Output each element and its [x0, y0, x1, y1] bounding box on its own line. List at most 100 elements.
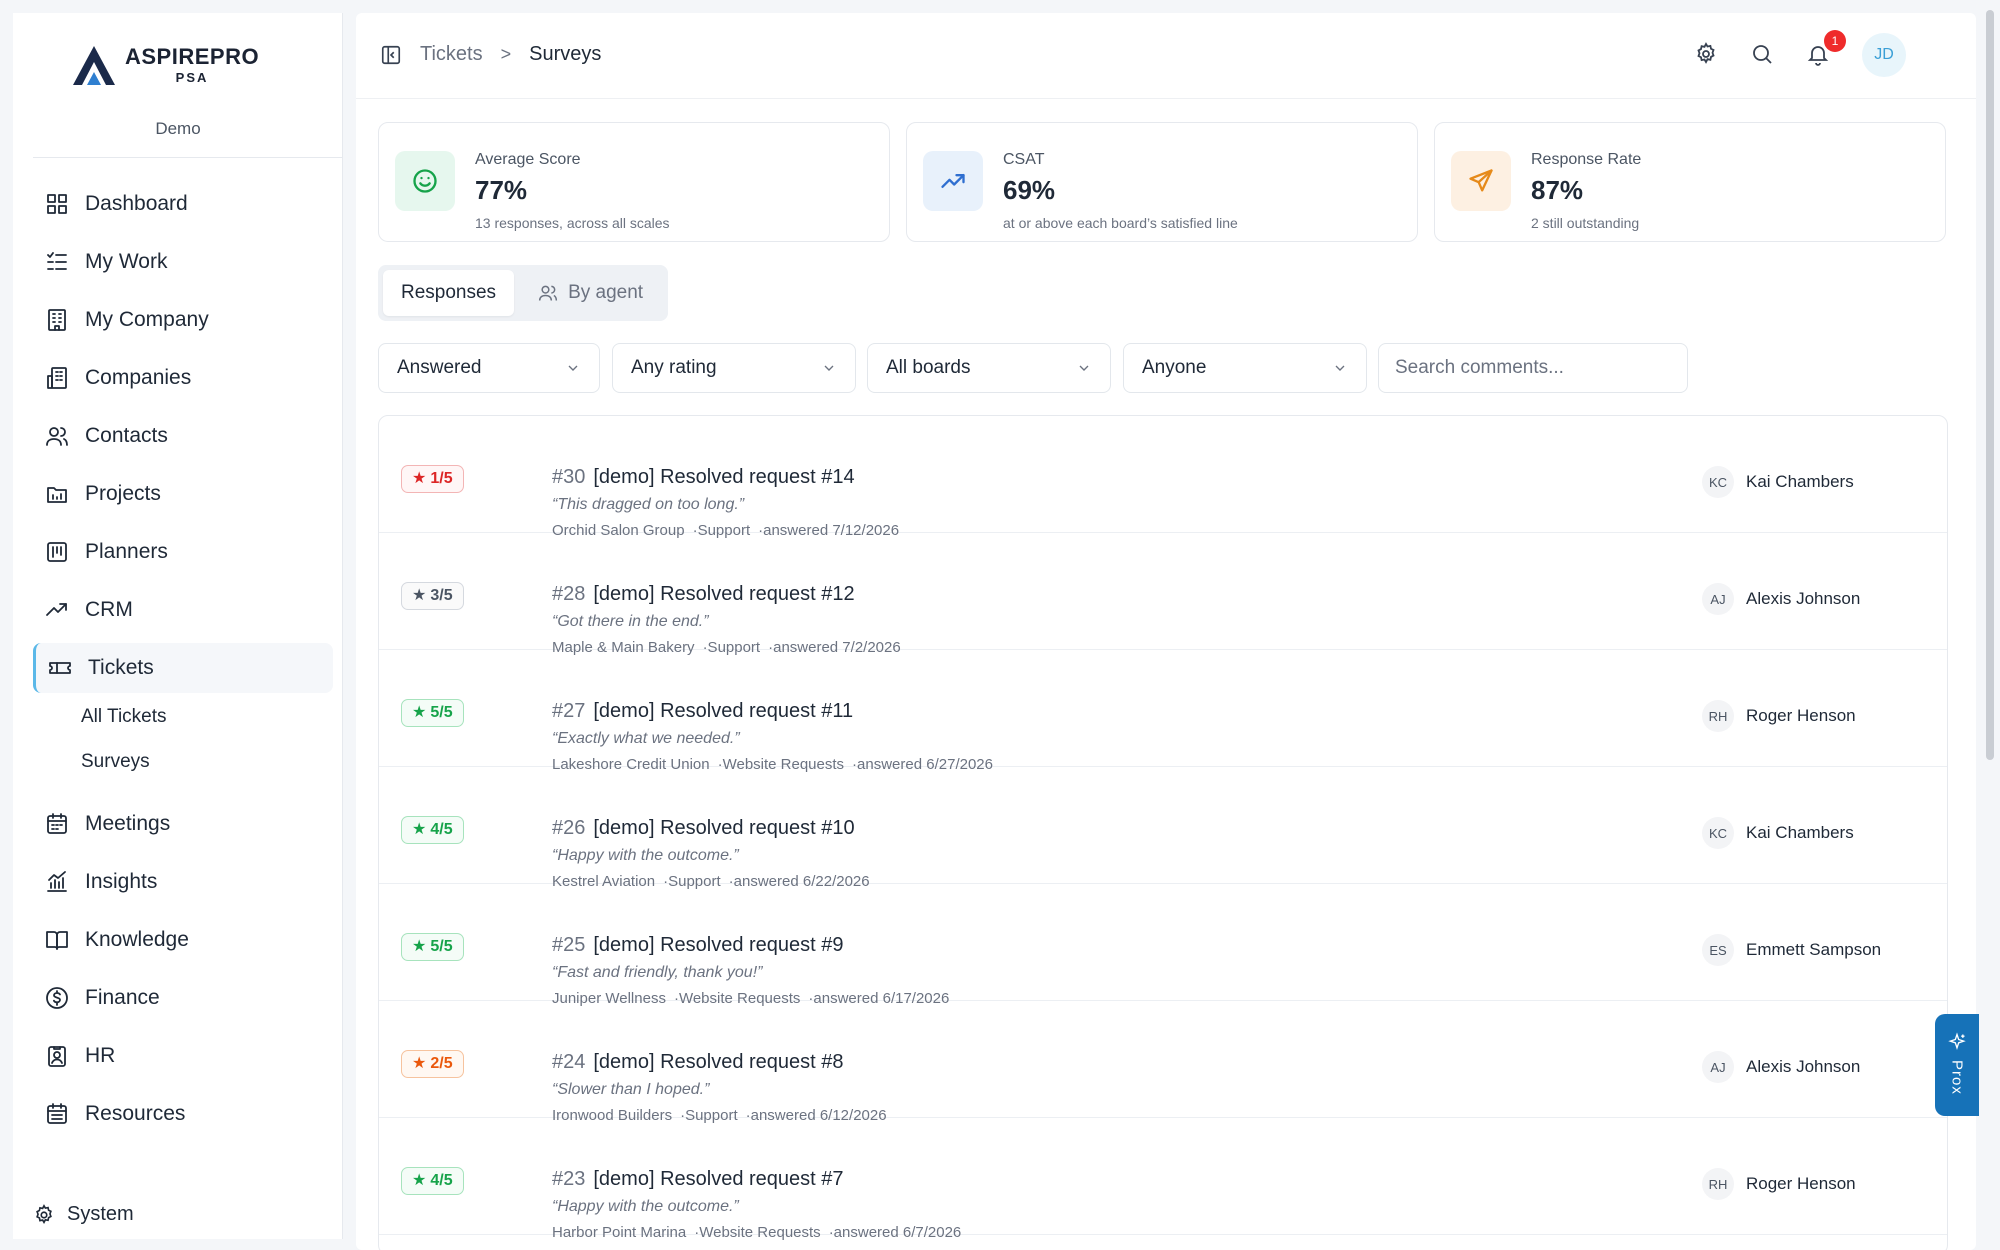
agent-name: Alexis Johnson [1746, 1057, 1861, 1076]
filter-value: Any rating [631, 357, 717, 378]
nav-label: Meetings [85, 812, 171, 835]
agent-name: Kai Chambers [1746, 823, 1854, 842]
subnav-surveys[interactable]: Surveys [81, 751, 150, 773]
nav-tickets[interactable]: Tickets [33, 643, 333, 693]
subnav-all-tickets[interactable]: All Tickets [81, 706, 167, 728]
table-row[interactable]: ★ 4/5 #26 [demo] Resolved request #10 “Hap… [379, 767, 1947, 890]
ticket-title[interactable]: #23 [demo] Resolved request #7 [552, 1168, 844, 1191]
rating-value: 1/5 [430, 470, 453, 487]
table-row[interactable]: ★ 3/5 #28 [demo] Resolved request #12 “Got… [379, 533, 1947, 656]
rating-badge: ★ 1/5 [401, 465, 464, 493]
agent: KC Kai Chambers [1702, 466, 1854, 498]
nav-planners[interactable]: Planners [33, 527, 333, 577]
avatar: AJ [1702, 583, 1734, 615]
nav-my-work[interactable]: My Work [33, 237, 333, 287]
nav-contacts[interactable]: Contacts [33, 411, 333, 461]
nav-projects[interactable]: Projects [33, 469, 333, 519]
badge-icon [48, 1046, 66, 1067]
agent: ES Emmett Sampson [1702, 934, 1881, 966]
tab-by-agent[interactable]: By agent [520, 270, 661, 316]
nav-dashboard[interactable]: Dashboard [33, 179, 333, 229]
avatar: ES [1702, 934, 1734, 966]
page-scrollbar[interactable] [1980, 0, 2000, 1250]
calendar-icon [47, 813, 67, 834]
ticket-number: #26 [552, 817, 586, 839]
status-filter[interactable]: Answered [378, 343, 600, 393]
rating-value: 3/5 [430, 587, 453, 604]
ticket-title[interactable]: #27 [demo] Resolved request #11 [552, 700, 853, 723]
nav-label: Dashboard [85, 192, 188, 215]
trend-icon [46, 603, 67, 616]
table-row[interactable]: ★ 4/5 #23 [demo] Resolved request #7 “Happ… [379, 1118, 1947, 1241]
ticket-name: [demo] Resolved request #9 [593, 934, 844, 956]
ticket-title[interactable]: #30 [demo] Resolved request #14 [552, 466, 855, 489]
stat-label: CSAT [1003, 151, 1045, 168]
ticket-name: [demo] Resolved request #12 [593, 583, 855, 605]
nav-system[interactable]: System [33, 1203, 134, 1226]
nav-my-company[interactable]: My Company [33, 295, 333, 345]
nav-label: Resources [85, 1102, 186, 1125]
settings-button[interactable] [1694, 42, 1720, 68]
notifications-button[interactable]: 1 [1806, 30, 1846, 68]
sidebar-divider [33, 157, 342, 158]
agent-name: Roger Henson [1746, 706, 1856, 725]
ticket-title[interactable]: #25 [demo] Resolved request #9 [552, 934, 844, 957]
nav-meetings[interactable]: Meetings [33, 799, 333, 849]
avatar: KC [1702, 817, 1734, 849]
star-icon: ★ [412, 938, 427, 955]
board-filter[interactable]: All boards [867, 343, 1111, 393]
ticket-title[interactable]: #24 [demo] Resolved request #8 [552, 1051, 844, 1074]
rating-badge: ★ 4/5 [401, 816, 464, 844]
users-icon [538, 285, 558, 301]
stat-card-response-rate: Response Rate 87% 2 still outstanding [1434, 122, 1946, 242]
ticket-title[interactable]: #26 [demo] Resolved request #10 [552, 817, 855, 840]
nav-companies[interactable]: Companies [33, 353, 333, 403]
star-icon: ★ [412, 704, 427, 721]
nav-hr[interactable]: HR [33, 1031, 333, 1081]
sidebar-toggle-icon[interactable] [380, 44, 402, 66]
agent: RH Roger Henson [1702, 700, 1856, 732]
nav-crm[interactable]: CRM [33, 585, 333, 635]
rating-value: 5/5 [430, 704, 453, 721]
nav-label: Tickets [88, 656, 154, 679]
gear-icon [36, 1203, 52, 1224]
view-tabs: Responses By agent [378, 265, 668, 321]
rating-value: 4/5 [430, 821, 453, 838]
nav-label: Contacts [85, 424, 168, 447]
agent: AJ Alexis Johnson [1702, 1051, 1860, 1083]
chevron-down-icon [1079, 365, 1089, 371]
org-name: Demo [155, 119, 201, 138]
prox-assistant-button[interactable]: Prox [1935, 1014, 1979, 1116]
nav-label: Finance [85, 986, 160, 1009]
agent-filter[interactable]: Anyone [1123, 343, 1367, 393]
scrollbar-thumb[interactable] [1986, 10, 1994, 760]
nav-finance[interactable]: Finance [33, 973, 333, 1023]
filter-value: All boards [886, 357, 971, 378]
ticket-title[interactable]: #28 [demo] Resolved request #12 [552, 583, 855, 606]
survey-comment: “Exactly what we needed.” [552, 730, 740, 747]
users-icon [46, 427, 68, 446]
nav-resources[interactable]: Resources [33, 1089, 333, 1139]
stat-icon-wrap [923, 151, 983, 211]
table-row[interactable]: ★ 2/5 #24 [demo] Resolved request #8 “Slow… [379, 1001, 1947, 1124]
brand-logo[interactable]: ASPIREPRO PSA [71, 35, 291, 95]
stat-label: Response Rate [1531, 151, 1642, 168]
rating-value: 4/5 [430, 1172, 453, 1189]
nav-label: My Work [85, 250, 168, 273]
star-icon: ★ [412, 587, 427, 604]
table-row[interactable]: ★ 5/5 #25 [demo] Resolved request #9 “Fast… [379, 884, 1947, 1007]
nav-knowledge[interactable]: Knowledge [33, 915, 333, 965]
table-row[interactable]: ★ 5/5 #27 [demo] Resolved request #11 “Exa… [379, 650, 1947, 773]
search-comments-input[interactable] [1378, 343, 1688, 393]
stat-value: 77% [475, 175, 528, 205]
nav-label: Planners [85, 540, 168, 563]
agent-name: Alexis Johnson [1746, 589, 1861, 608]
rating-filter[interactable]: Any rating [612, 343, 856, 393]
chevron-down-icon [824, 365, 834, 371]
table-row[interactable]: ★ 1/5 #30 [demo] Resolved request #14 “Thi… [379, 416, 1947, 539]
search-button[interactable] [1750, 42, 1776, 68]
user-avatar[interactable]: JD [1862, 33, 1906, 77]
nav-insights[interactable]: Insights [33, 857, 333, 907]
breadcrumb-tickets[interactable]: Tickets [420, 43, 483, 66]
tab-responses[interactable]: Responses [383, 270, 515, 316]
